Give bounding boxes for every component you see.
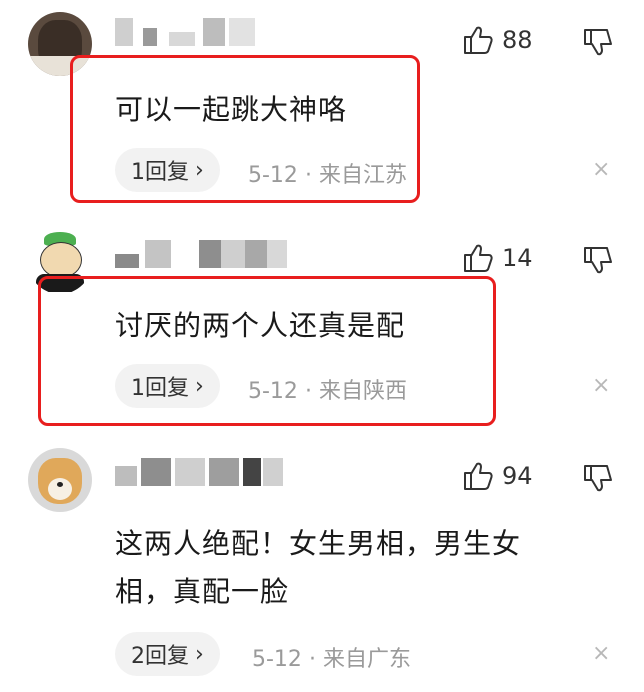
comment-meta: 5-12 · 来自广东 [252,647,411,672]
highlight-box [38,276,496,426]
like-button[interactable]: 88 [462,24,533,56]
like-count: 94 [502,462,533,490]
thumbs-down-icon [584,247,612,274]
thumbs-up-icon [464,244,493,272]
avatar[interactable] [28,448,92,512]
comment-text-line: 这两人绝配！女生男相，男生女 [115,527,522,560]
chevron-right-icon: › [195,641,204,667]
username-blurred[interactable] [115,240,290,268]
dislike-button[interactable] [582,26,614,62]
thumbs-up-icon [464,462,493,490]
comment-text-line: 相，真配一脸 [115,575,290,608]
comment-location: 来自广东 [322,647,411,672]
like-count: 88 [502,26,533,54]
close-icon[interactable]: × [592,157,610,182]
reply-button[interactable]: 2回复 › [115,632,220,676]
close-icon[interactable]: × [592,373,610,398]
like-count: 14 [502,244,533,272]
comment-date: 5-12 [252,647,302,672]
username-blurred[interactable] [115,18,275,46]
dislike-button[interactable] [582,244,614,280]
close-icon[interactable]: × [592,641,610,666]
like-button[interactable]: 94 [462,460,533,492]
highlight-box [70,55,420,203]
thumbs-up-icon [464,26,493,54]
thumbs-down-icon [584,29,612,56]
dislike-button[interactable] [582,462,614,498]
reply-count: 2回复 [131,644,189,669]
username-blurred[interactable] [115,458,285,486]
thumbs-down-icon [584,465,612,492]
comment-text: 这两人绝配！女生男相，男生女 相，真配一脸 [115,520,521,616]
like-button[interactable]: 14 [462,242,533,274]
